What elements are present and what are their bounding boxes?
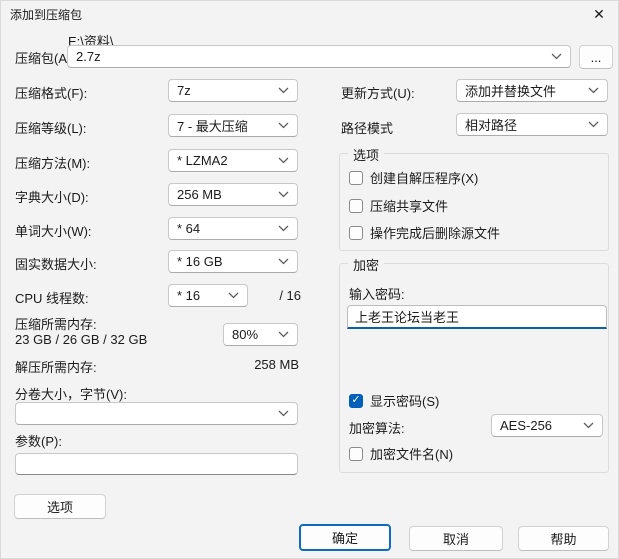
chevron-down-icon: [278, 87, 289, 94]
path-mode-label: 路径模式: [341, 121, 394, 136]
chevron-down-icon: [278, 157, 289, 164]
archive-name-combobox[interactable]: 2.7z: [67, 45, 571, 68]
word-size-label: 单词大小(W):: [15, 224, 92, 239]
chevron-down-icon: [588, 121, 599, 128]
chevron-down-icon: [551, 53, 562, 60]
delete-after-label: 操作完成后删除源文件: [370, 226, 501, 241]
chevron-down-icon: [278, 225, 289, 232]
help-button[interactable]: 帮助: [518, 526, 609, 551]
encryption-method-label: 加密算法:: [349, 421, 405, 436]
encrypt-names-checkbox-row[interactable]: 加密文件名(N): [349, 444, 453, 463]
add-to-archive-dialog: 添加到压缩包 ✕ 压缩包(A) E:\资料\ 2.7z ... 压缩格式(F):…: [0, 0, 619, 559]
show-password-label: 显示密码(S): [370, 394, 440, 409]
cpu-threads-label: CPU 线程数:: [15, 291, 89, 306]
memory-decompress-value: 258 MB: [254, 357, 299, 372]
close-icon[interactable]: ✕: [588, 4, 610, 24]
chevron-down-icon: [588, 87, 599, 94]
solid-block-size-combobox[interactable]: * 16 GB: [168, 250, 298, 273]
ok-button[interactable]: 确定: [299, 524, 391, 551]
dictionary-size-value: 256 MB: [177, 187, 222, 202]
cpu-threads-value: * 16: [177, 288, 201, 303]
dialog-title: 添加到压缩包: [10, 8, 83, 22]
format-value: 7z: [177, 83, 191, 98]
cpu-threads-combobox[interactable]: * 16: [168, 284, 248, 307]
chevron-down-icon: [278, 331, 289, 338]
level-label: 压缩等级(L):: [15, 121, 87, 136]
dictionary-size-label: 字典大小(D):: [15, 190, 89, 205]
solid-block-size-value: * 16 GB: [177, 254, 223, 269]
password-input[interactable]: [347, 305, 607, 329]
chevron-down-icon: [228, 292, 239, 299]
enter-password-label: 输入密码:: [349, 287, 405, 302]
encryption-method-combobox[interactable]: AES-256: [491, 414, 603, 437]
word-size-value: * 64: [177, 221, 201, 236]
checkbox-icon[interactable]: [349, 225, 363, 240]
method-combobox[interactable]: * LZMA2: [168, 149, 298, 172]
update-mode-label: 更新方式(U):: [341, 86, 415, 101]
split-volume-label: 分卷大小，字节(V):: [15, 387, 127, 402]
split-volume-combobox[interactable]: [15, 402, 298, 425]
delete-after-checkbox-row[interactable]: 操作完成后删除源文件: [349, 223, 500, 242]
memory-decompress-label: 解压所需内存:: [15, 360, 97, 375]
path-mode-combobox[interactable]: 相对路径: [456, 113, 608, 136]
cancel-button[interactable]: 取消: [409, 526, 503, 551]
dictionary-size-combobox[interactable]: 256 MB: [168, 183, 298, 206]
encryption-method-value: AES-256: [500, 418, 553, 433]
update-mode-value: 添加并替换文件: [465, 84, 557, 99]
word-size-combobox[interactable]: * 64: [168, 217, 298, 240]
chevron-down-icon: [278, 191, 289, 198]
format-combobox[interactable]: 7z: [168, 79, 298, 102]
cpu-threads-max: / 16: [279, 288, 301, 303]
options-group-title: 选项: [348, 145, 385, 164]
parameters-label: 参数(P):: [15, 434, 62, 449]
options-button[interactable]: 选项: [14, 494, 106, 519]
encryption-group-title: 加密: [348, 255, 385, 274]
archive-label: 压缩包(A): [15, 51, 72, 66]
compress-shared-checkbox-row[interactable]: 压缩共享文件: [349, 196, 448, 215]
checkbox-icon[interactable]: [349, 446, 363, 461]
solid-block-size-label: 固实数据大小:: [15, 257, 97, 272]
level-value: 7 - 最大压缩: [177, 119, 248, 134]
browse-button[interactable]: ...: [579, 45, 613, 69]
memory-usage-value: 80%: [232, 327, 259, 342]
memory-compress-label: 压缩所需内存:: [15, 317, 97, 332]
chevron-down-icon: [278, 122, 289, 129]
method-value: * LZMA2: [177, 153, 228, 168]
update-mode-combobox[interactable]: 添加并替换文件: [456, 79, 608, 102]
chevron-down-icon: [278, 410, 289, 417]
path-mode-value: 相对路径: [465, 118, 518, 133]
format-label: 压缩格式(F):: [15, 86, 88, 101]
checkbox-icon[interactable]: [349, 170, 363, 185]
create-sfx-label: 创建自解压程序(X): [370, 171, 479, 186]
chevron-down-icon: [278, 258, 289, 265]
create-sfx-checkbox-row[interactable]: 创建自解压程序(X): [349, 168, 478, 187]
parameters-input[interactable]: [15, 453, 298, 475]
method-label: 压缩方法(M):: [15, 156, 91, 171]
archive-name-value: 2.7z: [76, 49, 101, 64]
encrypt-names-label: 加密文件名(N): [370, 447, 454, 462]
checkbox-icon[interactable]: [349, 198, 363, 213]
level-combobox[interactable]: 7 - 最大压缩: [168, 114, 298, 137]
show-password-checkbox-row[interactable]: ✓ 显示密码(S): [349, 391, 439, 410]
compress-shared-label: 压缩共享文件: [370, 199, 449, 214]
checkbox-icon[interactable]: ✓: [349, 393, 363, 408]
chevron-down-icon: [583, 422, 594, 429]
memory-compress-detail: 23 GB / 26 GB / 32 GB: [15, 332, 148, 347]
memory-usage-combobox[interactable]: 80%: [223, 323, 298, 346]
